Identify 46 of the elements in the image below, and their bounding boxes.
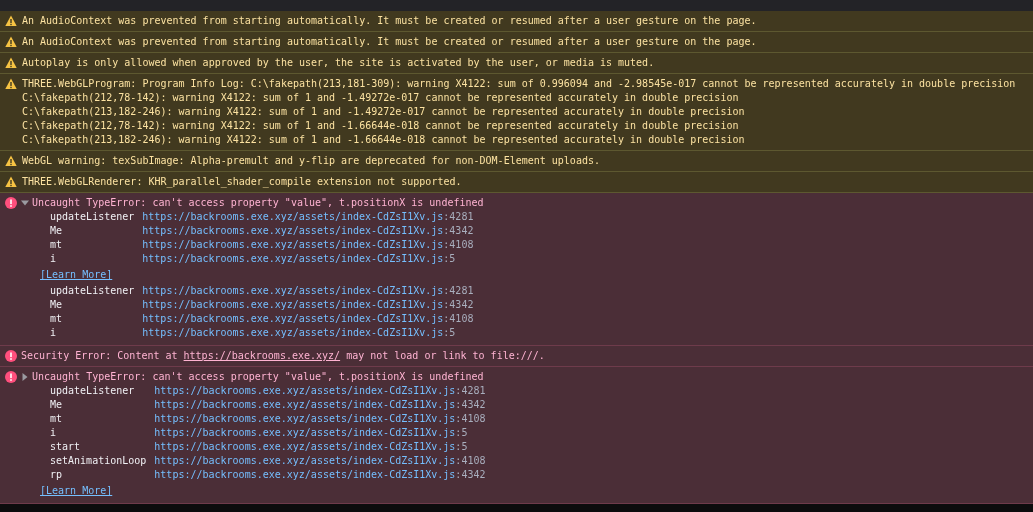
learn-more-link[interactable]: [Learn More] — [40, 485, 113, 496]
warning-text: Autoplay is only allowed when approved by the user, the site is activated by the user, or media is muted. — [22, 56, 655, 70]
source-link[interactable]: https://backrooms.exe.xyz/assets/index-CdZsI1Xv.js:4281 — [142, 284, 474, 298]
source-link[interactable]: https://backrooms.exe.xyz/assets/index-CdZsI1Xv.js:5 — [154, 426, 486, 440]
warning-text: WebGL warning: texSubImage: Alpha-premult and y-flip are deprecated for non-DOM-Element uploads. — [22, 154, 600, 168]
function-name: mt — [50, 238, 64, 252]
learn-more-link[interactable]: [Learn More] — [40, 269, 113, 280]
error-text: Security Error: Content at https://backrooms.exe.xyz/ may not load or link to file:///. — [21, 349, 545, 363]
function-name: Me — [50, 298, 64, 312]
function-name: rp — [50, 468, 64, 482]
function-name: Me — [50, 398, 64, 412]
function-name: start — [50, 440, 82, 454]
source-link[interactable]: https://backrooms.exe.xyz/assets/index-CdZsI1Xv.js:4342 — [142, 298, 474, 312]
function-name: i — [50, 326, 58, 340]
function-name: i — [50, 252, 58, 266]
source-link[interactable]: https://backrooms.exe.xyz/assets/index-CdZsI1Xv.js:4108 — [142, 312, 474, 326]
function-name: updateListener — [50, 284, 135, 298]
function-name: setAnimationLoop — [50, 454, 147, 468]
warning-text: An AudioContext was prevented from starting automatically. It must be created or resumed after a user gesture on the page. — [22, 14, 757, 28]
source-link[interactable]: https://backrooms.exe.xyz/assets/index-CdZsI1Xv.js:4108 — [154, 454, 486, 468]
source-link[interactable]: https://backrooms.exe.xyz/assets/index-CdZsI1Xv.js:5 — [142, 252, 474, 266]
warning-text: THREE.WebGLRenderer: KHR_parallel_shader_compile extension not supported. — [22, 175, 462, 189]
warning-text: C:\fakepath(212,78-142): warning X4122: sum of 1 and -1.49272e-017 cannot be represented accurately in double precision — [22, 91, 740, 105]
warning-text: C:\fakepath(213,182-246): warning X4122: sum of 1 and -1.49272e-017 cannot be represented accurately in double precision — [22, 105, 746, 119]
source-link[interactable]: https://backrooms.exe.xyz/assets/index-CdZsI1Xv.js:4108 — [142, 238, 474, 252]
warning-text: THREE.WebGLProgram: Program Info Log: C:\fakepath(213,181-309): warning X4122: sum of 0.996094 and -2.98545e-017 cannot be represented accurately in double precision — [22, 77, 1016, 91]
function-name: updateListener — [50, 384, 136, 398]
function-name: mt — [50, 412, 64, 426]
error-text: Uncaught TypeError: can't access property "value", t.positionX is undefined — [32, 196, 484, 210]
source-link[interactable]: https://backrooms.exe.xyz/assets/index-CdZsI1Xv.js:4342 — [154, 468, 486, 482]
warning-text: C:\fakepath(213,182-246): warning X4122: sum of 1 and -1.66644e-018 cannot be represented accurately in double precision — [22, 133, 746, 147]
source-link[interactable]: https://backrooms.exe.xyz/assets/index-CdZsI1Xv.js:4342 — [154, 398, 486, 412]
source-link[interactable]: https://backrooms.exe.xyz/assets/index-CdZsI1Xv.js:4281 — [142, 210, 474, 224]
warning-text: An AudioContext was prevented from starting automatically. It must be created or resumed after a user gesture on the page. — [22, 35, 757, 49]
site-link[interactable]: https://backrooms.exe.xyz/ — [183, 350, 341, 361]
source-link[interactable]: https://backrooms.exe.xyz/assets/index-CdZsI1Xv.js:4342 — [142, 224, 474, 238]
function-name: updateListener — [50, 210, 135, 224]
source-link[interactable]: https://backrooms.exe.xyz/assets/index-CdZsI1Xv.js:5 — [154, 440, 486, 454]
source-link[interactable]: https://backrooms.exe.xyz/assets/index-CdZsI1Xv.js:5 — [142, 326, 474, 340]
source-link[interactable]: https://backrooms.exe.xyz/assets/index-CdZsI1Xv.js:4281 — [154, 384, 486, 398]
function-name: mt — [50, 312, 64, 326]
error-text: Uncaught TypeError: can't access property "value", t.positionX is undefined — [32, 370, 484, 384]
function-name: Me — [50, 224, 64, 238]
source-link[interactable]: https://backrooms.exe.xyz/assets/index-CdZsI1Xv.js:4108 — [154, 412, 486, 426]
function-name: i — [50, 426, 58, 440]
warning-text: C:\fakepath(212,78-142): warning X4122: sum of 1 and -1.66644e-018 cannot be represented accurately in double precision — [22, 119, 740, 133]
